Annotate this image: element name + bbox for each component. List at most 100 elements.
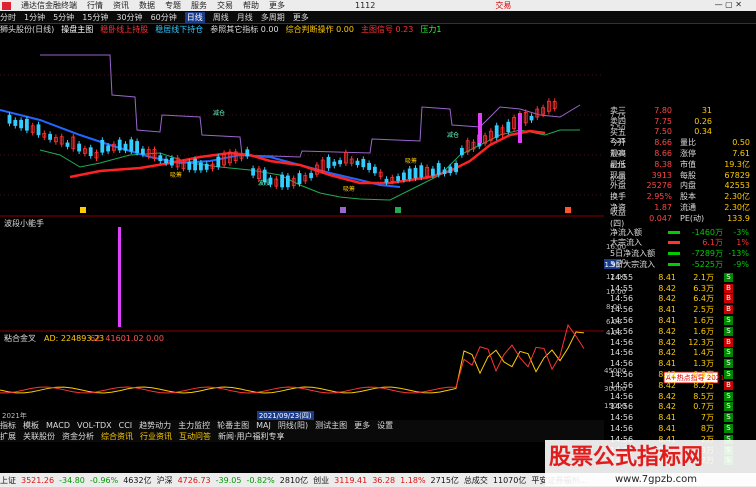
info-tab[interactable]: 资金分析 [62, 431, 94, 442]
period-tab[interactable]: 1分钟 [24, 12, 45, 23]
menu-item-data[interactable]: 数据 [139, 0, 155, 11]
candle-body [65, 142, 70, 147]
info-tab[interactable]: 行业资讯 [140, 431, 172, 442]
indicator-tabs: 指标 模板 MACD VOL-TDX CCI 趋势动力 主力监控 轮番主图 MAJ 阴线(阳) 测试… [0, 420, 604, 431]
indicator-tab[interactable]: 阴线(阳) [278, 420, 308, 431]
status-item: 11070亿 [492, 475, 527, 485]
candle-body [332, 161, 337, 166]
tick-price: 8.42 [658, 370, 676, 380]
menu-item-trade[interactable]: 交易 [217, 0, 233, 11]
status-item: 1.18% [400, 475, 426, 485]
status-item: -0.96% [89, 475, 119, 485]
menu-item-help[interactable]: 帮助 [243, 0, 259, 11]
strong-signal-candle [478, 113, 482, 143]
indicator-tab[interactable]: VOL-TDX [77, 421, 112, 430]
quote-value: 1.87 [654, 203, 672, 213]
quote-label: 卖三 [610, 105, 626, 115]
tick-time: 14:56 [610, 413, 634, 423]
quote-value: 3913 [651, 170, 672, 180]
candle-body [338, 160, 343, 165]
indicator-tab[interactable]: 模板 [23, 420, 39, 431]
signal-annotations: 减仓吸筹波段吸筹减仓吸筹 [80, 109, 571, 213]
site-watermark: 股票公式指标网 www.7gpzb.com [545, 440, 756, 486]
tick-row: 14:55 8.41 2.1万 S [610, 272, 756, 283]
candle-body [24, 118, 29, 131]
candle-body [216, 156, 221, 168]
candle-body [326, 156, 331, 169]
window-controls[interactable]: — ▢ ✕ [715, 0, 742, 9]
chart-canvas[interactable]: 减仓吸筹波段吸筹减仓吸筹 波段小能手 粘合金叉 AD: 224893.23 62… [0, 35, 604, 420]
period-tab[interactable]: 多周期 [261, 12, 285, 23]
notice-count[interactable]: 1112 [355, 1, 375, 10]
info-tab[interactable]: 新闻·用户福利专享 [218, 431, 285, 442]
period-tab-active[interactable]: 日线 [184, 11, 205, 23]
period-tab[interactable]: 5分钟 [53, 12, 74, 23]
tick-time: 14:55 [610, 272, 634, 282]
tick-volume: 0.7万 [693, 402, 714, 412]
menu-item-market[interactable]: 行情 [87, 0, 103, 11]
quote-label2: 量比 [680, 138, 696, 148]
period-tab[interactable]: 60分钟 [151, 12, 177, 23]
candle-body [448, 166, 453, 174]
candle-body [158, 155, 163, 162]
indicator-tab[interactable]: CCI [119, 421, 133, 430]
menu-bar: 通达信金融终端 行情 资讯 数据 专题 服务 交易 帮助 更多 1112 交易 … [0, 0, 756, 11]
candle-body [7, 114, 12, 124]
candle-body [204, 163, 209, 170]
indicator-tab[interactable]: 指标 [0, 420, 16, 431]
trade-button[interactable]: 交易 [495, 0, 511, 11]
indicator-tab[interactable]: 设置 [377, 420, 393, 431]
menu-item-more[interactable]: 更多 [269, 0, 285, 11]
status-item: 4632亿 [123, 475, 152, 485]
menu-item-service[interactable]: 服务 [191, 0, 207, 11]
tick-time: 14:56 [610, 294, 634, 304]
tick-time: 14:56 [610, 424, 634, 433]
tick-row: 14:56 8.42 12.3万 B [610, 337, 756, 348]
quote-row: 买五 7.50 0.34 [610, 127, 756, 138]
tick-row: 14:56 8.42 1.6万 S [610, 326, 756, 337]
tick-time: 14:56 [610, 348, 634, 358]
candle-body [459, 148, 464, 156]
period-tab[interactable]: 30分钟 [116, 12, 142, 23]
tick-price: 8.41 [658, 359, 676, 369]
candle-body [430, 168, 435, 176]
indicator-info-item: 稳居线下持仓 [155, 25, 204, 34]
info-tab[interactable]: 关联股份 [23, 431, 55, 442]
tick-time: 14:56 [610, 326, 634, 336]
menu-item-topics[interactable]: 专题 [165, 0, 181, 11]
period-tab[interactable]: 月线 [237, 12, 253, 23]
tick-side-badge: S [724, 424, 733, 433]
quote-value2: 42553 [724, 181, 750, 191]
fund-flow-label: 5日大宗流入 [610, 260, 656, 270]
candle-body [442, 169, 447, 174]
fund-flow-pct: -13% [728, 249, 749, 259]
indicator-tab[interactable]: 趋势动力 [139, 420, 171, 431]
fund-flow-label: 大宗流入 [610, 238, 642, 248]
tick-volume: 6.4万 [693, 294, 714, 304]
period-tab[interactable]: 更多 [293, 12, 309, 23]
quote-label2: 股本 [680, 192, 696, 202]
bottom-signal-marker [395, 207, 401, 213]
tick-price: 8.42 [658, 283, 676, 293]
candle-body [198, 162, 203, 171]
menu-item-news[interactable]: 资讯 [113, 0, 129, 11]
tick-price: 8.42 [658, 380, 676, 390]
quote-value2: 0.50 [732, 138, 750, 148]
info-tab[interactable]: 综合资讯 [101, 431, 133, 442]
indicator-tab[interactable]: 测试主图 [315, 420, 347, 431]
indicator-tab[interactable]: 轮番主图 [217, 420, 249, 431]
indicator-tab[interactable]: MAJ [256, 421, 271, 430]
watermark-title: 股票公式指标网 [549, 444, 703, 470]
tick-time: 14:56 [610, 370, 634, 380]
indicator-tab[interactable]: 更多 [354, 420, 370, 431]
period-tab[interactable]: 周线 [213, 12, 229, 23]
tick-price: 8.41 [658, 316, 676, 326]
period-tab[interactable]: 15分钟 [82, 12, 108, 23]
watermark-url: www.7gpzb.com [615, 474, 697, 485]
period-tab[interactable]: 分时 [0, 12, 16, 23]
info-tab[interactable]: 互动问答 [179, 431, 211, 442]
indicator-tab[interactable]: 主力监控 [178, 420, 210, 431]
indicator-tab[interactable]: MACD [46, 421, 70, 430]
info-tab[interactable]: 扩展 [0, 431, 16, 442]
candle-body [106, 145, 110, 152]
